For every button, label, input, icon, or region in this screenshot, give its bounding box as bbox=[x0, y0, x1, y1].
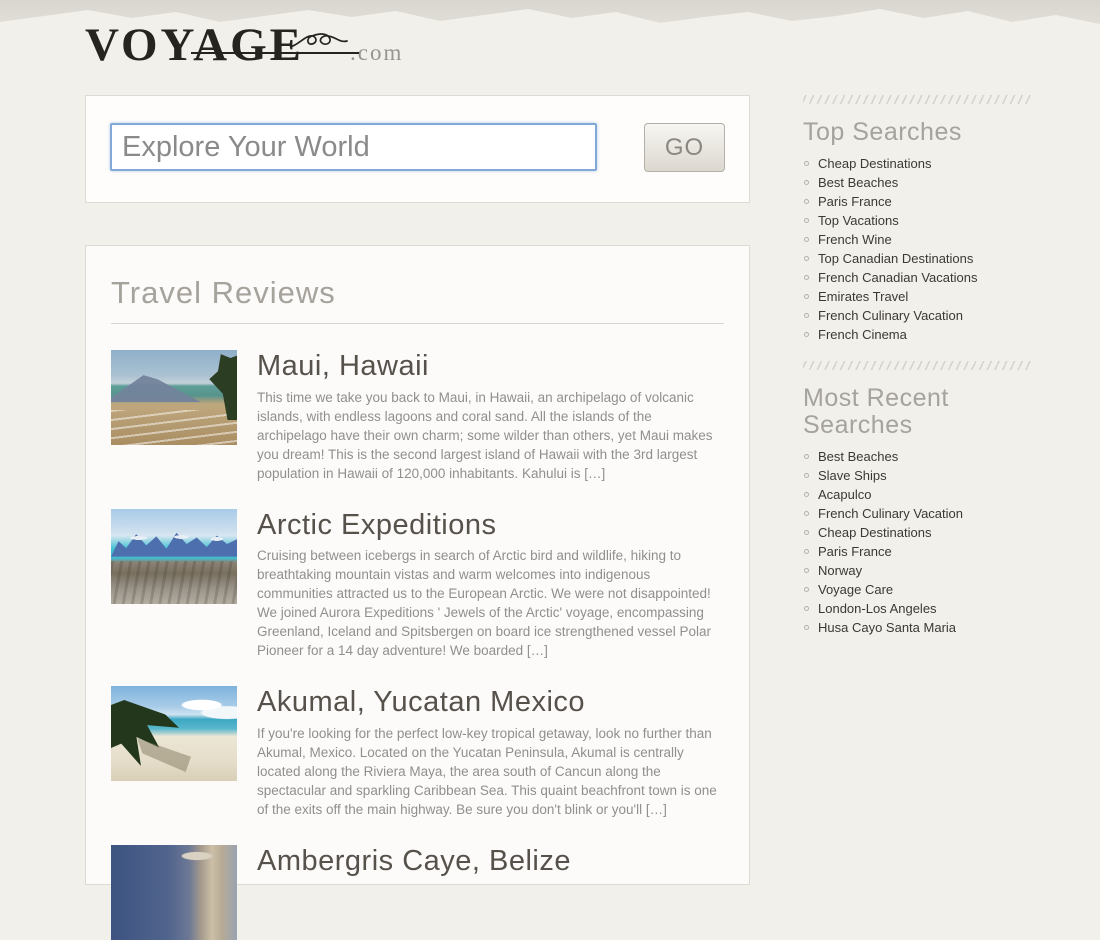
bullet-icon bbox=[804, 218, 809, 223]
search-term-item[interactable]: Paris France bbox=[803, 192, 1031, 211]
search-term-item[interactable]: Emirates Travel bbox=[803, 287, 1031, 306]
article-row: Akumal, Yucatan Mexico If you're looking… bbox=[111, 686, 724, 818]
article-excerpt: This time we take you back to Maui, in H… bbox=[257, 388, 724, 483]
article-row: Ambergris Caye, Belize bbox=[111, 845, 724, 940]
bullet-icon bbox=[804, 199, 809, 204]
search-term-label: French Culinary Vacation bbox=[818, 306, 963, 325]
top-searches-heading: Top Searches bbox=[803, 119, 1031, 147]
go-button[interactable]: GO bbox=[644, 123, 725, 172]
search-input[interactable] bbox=[110, 123, 597, 171]
search-term-label: Slave Ships bbox=[818, 466, 887, 485]
search-term-item[interactable]: Best Beaches bbox=[803, 447, 1031, 466]
search-term-label: Norway bbox=[818, 561, 862, 580]
article-excerpt: Cruising between icebergs in search of A… bbox=[257, 546, 724, 660]
search-term-item[interactable]: Cheap Destinations bbox=[803, 154, 1031, 173]
search-term-item[interactable]: London-Los Angeles bbox=[803, 599, 1031, 618]
article-title[interactable]: Maui, Hawaii bbox=[257, 350, 724, 382]
bullet-icon bbox=[804, 237, 809, 242]
search-term-label: London-Los Angeles bbox=[818, 599, 937, 618]
search-term-item[interactable]: Best Beaches bbox=[803, 173, 1031, 192]
bullet-icon bbox=[804, 492, 809, 497]
bullet-icon bbox=[804, 606, 809, 611]
search-term-label: Husa Cayo Santa Maria bbox=[818, 618, 956, 637]
site-logo[interactable]: VOYAGE .com bbox=[85, 22, 403, 69]
search-term-item[interactable]: Top Vacations bbox=[803, 211, 1031, 230]
recent-searches-list: Best Beaches Slave Ships Acapulco French… bbox=[803, 447, 1031, 637]
article-body: Maui, Hawaii This time we take you back … bbox=[257, 350, 724, 482]
search-term-label: Voyage Care bbox=[818, 580, 893, 599]
search-term-item[interactable]: French Culinary Vacation bbox=[803, 504, 1031, 523]
travel-reviews-panel: Travel Reviews Maui, Hawaii This time we… bbox=[85, 245, 750, 885]
search-term-item[interactable]: Slave Ships bbox=[803, 466, 1031, 485]
heading-divider bbox=[111, 323, 724, 324]
article-body: Arctic Expeditions Cruising between iceb… bbox=[257, 509, 724, 660]
article-excerpt: If you're looking for the perfect low-ke… bbox=[257, 724, 724, 819]
bullet-icon bbox=[804, 473, 809, 478]
search-term-item[interactable]: Cheap Destinations bbox=[803, 523, 1031, 542]
search-term-item[interactable]: Husa Cayo Santa Maria bbox=[803, 618, 1031, 637]
bullet-icon bbox=[804, 332, 809, 337]
bullet-icon bbox=[804, 530, 809, 535]
search-term-label: Cheap Destinations bbox=[818, 154, 931, 173]
bullet-icon bbox=[804, 256, 809, 261]
search-term-label: Best Beaches bbox=[818, 447, 898, 466]
logo-swash-line bbox=[191, 52, 359, 54]
article-body: Akumal, Yucatan Mexico If you're looking… bbox=[257, 686, 724, 818]
bullet-icon bbox=[804, 161, 809, 166]
bullet-icon bbox=[804, 549, 809, 554]
hatch-divider bbox=[803, 95, 1031, 104]
page-title: Travel Reviews bbox=[111, 276, 724, 310]
search-term-item[interactable]: French Canadian Vacations bbox=[803, 268, 1031, 287]
article-body: Ambergris Caye, Belize bbox=[257, 845, 724, 940]
search-term-item[interactable]: French Culinary Vacation bbox=[803, 306, 1031, 325]
search-term-label: French Cinema bbox=[818, 325, 907, 344]
bullet-icon bbox=[804, 454, 809, 459]
search-term-label: Paris France bbox=[818, 542, 892, 561]
search-term-label: French Canadian Vacations bbox=[818, 268, 977, 287]
logo-flourish-icon bbox=[290, 31, 348, 62]
bullet-icon bbox=[804, 313, 809, 318]
logo-wordmark: VOYAGE bbox=[85, 22, 304, 69]
search-term-label: Acapulco bbox=[818, 485, 871, 504]
search-term-item[interactable]: Norway bbox=[803, 561, 1031, 580]
article-title[interactable]: Ambergris Caye, Belize bbox=[257, 845, 724, 877]
search-term-label: Best Beaches bbox=[818, 173, 898, 192]
bullet-icon bbox=[804, 511, 809, 516]
bullet-icon bbox=[804, 568, 809, 573]
article-row: Maui, Hawaii This time we take you back … bbox=[111, 350, 724, 482]
search-term-item[interactable]: French Wine bbox=[803, 230, 1031, 249]
article-thumbnail-akumal[interactable] bbox=[111, 686, 237, 781]
search-term-label: Paris France bbox=[818, 192, 892, 211]
search-term-item[interactable]: Paris France bbox=[803, 542, 1031, 561]
bullet-icon bbox=[804, 625, 809, 630]
search-term-label: Top Vacations bbox=[818, 211, 899, 230]
search-term-label: Top Canadian Destinations bbox=[818, 249, 973, 268]
article-thumbnail-belize[interactable] bbox=[111, 845, 237, 940]
recent-searches-heading: Most Recent Searches bbox=[803, 385, 1031, 440]
search-term-label: Cheap Destinations bbox=[818, 523, 931, 542]
bullet-icon bbox=[804, 294, 809, 299]
article-title[interactable]: Arctic Expeditions bbox=[257, 509, 724, 541]
article-thumbnail-maui[interactable] bbox=[111, 350, 237, 445]
article-thumbnail-arctic[interactable] bbox=[111, 509, 237, 604]
page: { "header": { "logo_text": "VOYAGE", "lo… bbox=[0, 0, 1100, 820]
bullet-icon bbox=[804, 275, 809, 280]
search-term-label: French Wine bbox=[818, 230, 892, 249]
bullet-icon bbox=[804, 587, 809, 592]
search-term-item[interactable]: French Cinema bbox=[803, 325, 1031, 344]
sidebar: Top Searches Cheap Destinations Best Bea… bbox=[803, 95, 1031, 637]
search-term-item[interactable]: Acapulco bbox=[803, 485, 1031, 504]
search-term-label: Emirates Travel bbox=[818, 287, 908, 306]
hatch-divider bbox=[803, 361, 1031, 370]
search-panel: GO bbox=[85, 95, 750, 203]
article-title[interactable]: Akumal, Yucatan Mexico bbox=[257, 686, 724, 718]
bullet-icon bbox=[804, 180, 809, 185]
search-term-item[interactable]: Top Canadian Destinations bbox=[803, 249, 1031, 268]
search-term-label: French Culinary Vacation bbox=[818, 504, 963, 523]
article-row: Arctic Expeditions Cruising between iceb… bbox=[111, 509, 724, 660]
search-term-item[interactable]: Voyage Care bbox=[803, 580, 1031, 599]
top-searches-list: Cheap Destinations Best Beaches Paris Fr… bbox=[803, 154, 1031, 344]
